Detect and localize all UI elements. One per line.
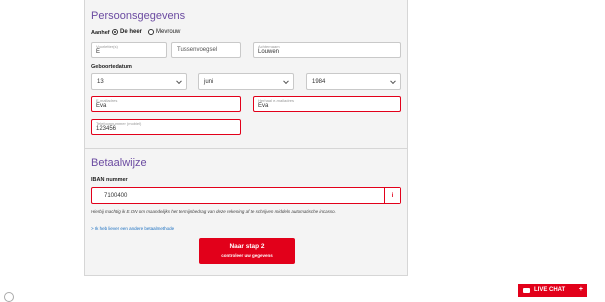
alt-payment-link[interactable]: > Ik heb liever een andere betaalmethode [91, 226, 174, 231]
next-step-sublabel: controleer uw gegevens [221, 253, 273, 258]
next-step-label: Naar stap 2 [229, 243, 265, 250]
initials-field[interactable]: Voorletter(s) E [91, 42, 167, 58]
phone-value: 123456 [96, 126, 117, 132]
radio-mrs-label[interactable]: Mevrouw [156, 29, 180, 35]
section-divider [85, 148, 407, 149]
live-chat-button[interactable]: LIVE CHAT + [518, 284, 587, 297]
lastname-value: Louwen [258, 49, 280, 55]
chat-bubble-icon [523, 288, 530, 293]
initials-value: E [96, 49, 101, 55]
infix-field[interactable]: Tussenvoegsel [171, 42, 241, 58]
day-select[interactable]: 13 [91, 73, 187, 90]
email-confirm-value: Eva [258, 103, 269, 109]
radio-mr[interactable] [112, 29, 118, 35]
month-value: juni [204, 78, 214, 85]
payment-section-title: Betaalwijze [91, 157, 147, 169]
plus-icon: + [578, 286, 583, 293]
lastname-field[interactable]: Achternaam Louwen [253, 42, 401, 58]
chevron-down-icon [176, 77, 182, 84]
live-chat-label: LIVE CHAT [534, 287, 566, 293]
salutation-label: Aanhef [91, 30, 110, 36]
iban-value: 7100400 [104, 192, 128, 199]
year-value: 1984 [312, 78, 326, 85]
email-confirm-field[interactable]: Herhaal e-mailadres Eva [253, 96, 401, 112]
month-select[interactable]: juni [198, 73, 294, 90]
iban-field[interactable]: 7100400 i [91, 187, 401, 204]
scroll-indicator-icon [4, 292, 14, 302]
info-icon[interactable]: i [384, 188, 400, 203]
chevron-down-icon [283, 77, 289, 84]
email-field[interactable]: E-mailadres Eva [91, 96, 241, 112]
iban-label: IBAN nummer [91, 177, 128, 183]
personal-section-title: Persoonsgegevens [91, 10, 186, 22]
next-step-button[interactable]: Naar stap 2 controleer uw gegevens [199, 238, 295, 264]
birthdate-label: Geboortedatum [91, 64, 132, 70]
phone-field[interactable]: Telefoonnummer (mobiel) 123456 [91, 119, 241, 135]
email-value: Eva [96, 103, 107, 109]
mandate-text: Hierbij machtig ik E.ON om maandelijks h… [91, 209, 336, 214]
form-panel: Persoonsgegevens Aanhef De heer Mevrouw … [84, 0, 408, 276]
year-select[interactable]: 1984 [306, 73, 401, 90]
radio-mr-label[interactable]: De heer [120, 29, 142, 35]
chevron-down-icon [390, 77, 396, 84]
radio-mrs[interactable] [148, 29, 154, 35]
infix-placeholder: Tussenvoegsel [177, 47, 218, 53]
day-value: 13 [97, 78, 104, 85]
